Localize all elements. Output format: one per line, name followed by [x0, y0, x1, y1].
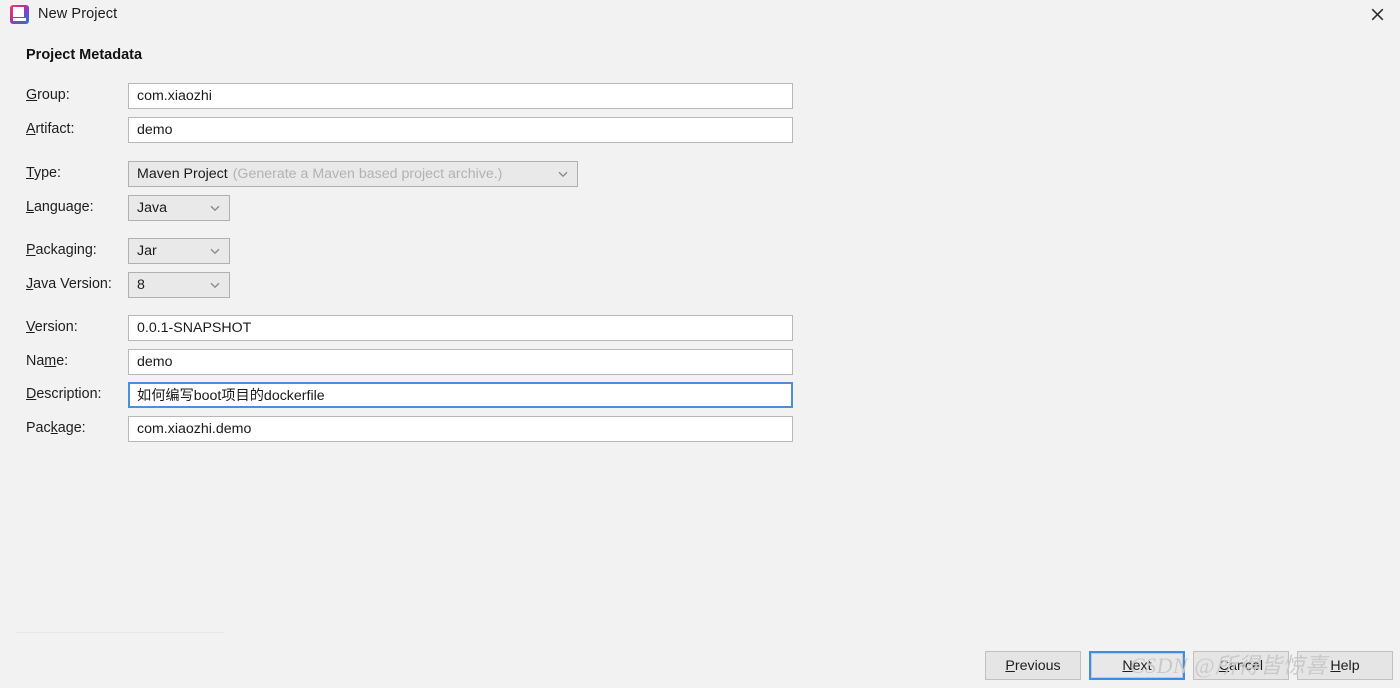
type-dropdown[interactable]: Maven Project (Generate a Maven based pro…	[128, 161, 578, 187]
chevron-down-icon	[208, 196, 222, 220]
help-button[interactable]: Help	[1297, 651, 1393, 680]
help-button-label: Help	[1330, 657, 1360, 674]
chevron-down-icon	[208, 239, 222, 263]
label-packaging: Packaging:	[26, 242, 97, 258]
packaging-selected-value: Jar	[137, 243, 157, 259]
cancel-button-label: Cancel	[1218, 657, 1264, 674]
label-description: Description:	[26, 386, 102, 402]
artifact-value: demo	[137, 122, 173, 138]
next-button[interactable]: Next	[1089, 651, 1185, 680]
version-value: 0.0.1-SNAPSHOT	[137, 320, 252, 336]
label-version: Version:	[26, 319, 78, 335]
language-dropdown[interactable]: Java	[128, 195, 230, 221]
description-input[interactable]: 如何编写boot项目的dockerfile	[128, 382, 793, 408]
label-java_version: Java Version:	[26, 276, 112, 292]
package-value: com.xiaozhi.demo	[137, 421, 252, 437]
group-input[interactable]: com.xiaozhi	[128, 83, 793, 109]
label-package: Package:	[26, 420, 86, 436]
description-value: 如何编写boot项目的dockerfile	[137, 388, 325, 404]
dialog-button-bar: Previous Next Cancel Help	[0, 651, 1400, 681]
java_version-dropdown[interactable]: 8	[128, 272, 230, 298]
label-type: Type:	[26, 165, 61, 181]
footer-divider	[16, 632, 225, 633]
name-value: demo	[137, 354, 173, 370]
type-selected-value: Maven Project	[137, 166, 228, 182]
previous-button-label: Previous	[1005, 657, 1061, 674]
label-group: Group:	[26, 87, 70, 103]
chevron-down-icon	[208, 273, 222, 297]
version-input[interactable]: 0.0.1-SNAPSHOT	[128, 315, 793, 341]
name-input[interactable]: demo	[128, 349, 793, 375]
chevron-down-icon	[556, 162, 570, 186]
packaging-dropdown[interactable]: Jar	[128, 238, 230, 264]
artifact-input[interactable]: demo	[128, 117, 793, 143]
previous-button[interactable]: Previous	[985, 651, 1081, 680]
label-language: Language:	[26, 199, 94, 215]
project-metadata-form: Group: com.xiaozhi Artifact: demo Type: Maven…	[0, 0, 1400, 688]
label-artifact: Artifact:	[26, 121, 75, 137]
label-name: Name:	[26, 353, 69, 369]
new-project-dialog: New Project Project Metadata Group: com.x…	[0, 0, 1400, 688]
java_version-selected-value: 8	[137, 277, 145, 293]
group-value: com.xiaozhi	[137, 88, 212, 104]
cancel-button[interactable]: Cancel	[1193, 651, 1289, 680]
type-hint: (Generate a Maven based project archive.…	[232, 166, 503, 182]
next-button-label: Next	[1122, 657, 1152, 674]
package-input[interactable]: com.xiaozhi.demo	[128, 416, 793, 442]
language-selected-value: Java	[137, 200, 167, 216]
